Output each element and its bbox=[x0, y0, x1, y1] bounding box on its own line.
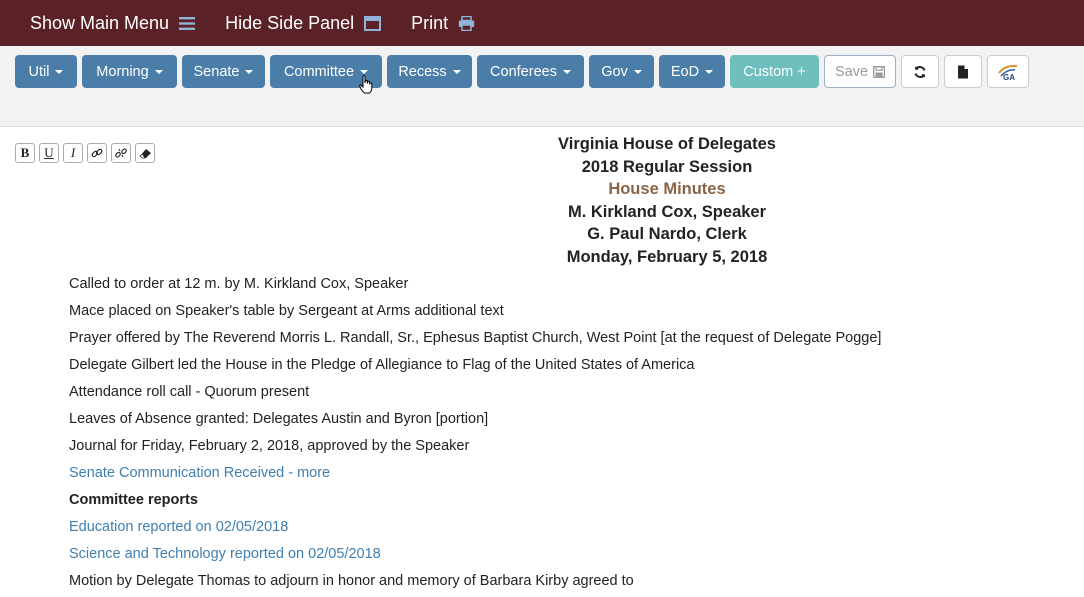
caret-down-icon bbox=[633, 69, 642, 74]
util-label: Util bbox=[28, 63, 50, 80]
house-minutes-title: House Minutes bbox=[608, 180, 726, 198]
recess-label: Recess bbox=[398, 63, 447, 80]
print-label: Print bbox=[411, 12, 449, 33]
minutes-body: Called to order at 12 m. by M. Kirkland … bbox=[69, 273, 881, 597]
custom-button[interactable]: Custom + bbox=[730, 55, 819, 88]
chamber-title: Virginia House of Delegates bbox=[558, 135, 776, 153]
ga-logo-button[interactable]: GA bbox=[987, 55, 1029, 88]
minutes-entry: Journal for Friday, February 2, 2018, ap… bbox=[69, 438, 470, 454]
svg-text:GA: GA bbox=[1003, 73, 1015, 81]
gov-label: Gov bbox=[601, 63, 628, 80]
show-main-menu-button[interactable]: Show Main Menu bbox=[30, 12, 196, 34]
senate-dropdown[interactable]: Senate bbox=[182, 55, 265, 88]
caret-down-icon bbox=[452, 69, 461, 74]
session-title: 2018 Regular Session bbox=[581, 157, 753, 176]
document-header: Virginia House of Delegates 2018 Regular… bbox=[0, 133, 1084, 268]
util-dropdown[interactable]: Util bbox=[15, 55, 77, 88]
caret-down-icon bbox=[562, 69, 571, 74]
gov-dropdown[interactable]: Gov bbox=[589, 55, 654, 88]
hand-cursor-icon bbox=[359, 74, 374, 99]
morning-label: Morning bbox=[96, 63, 149, 80]
education-report-link[interactable]: Education reported on 02/05/2018 bbox=[69, 516, 881, 543]
caret-down-icon bbox=[55, 69, 64, 74]
minutes-entry: Attendance roll call - Quorum present bbox=[69, 384, 310, 400]
hide-side-panel-button[interactable]: Hide Side Panel bbox=[225, 12, 382, 34]
document-icon bbox=[957, 65, 969, 79]
window-icon bbox=[364, 15, 382, 31]
conferees-dropdown[interactable]: Conferees bbox=[477, 55, 584, 88]
floppy-disk-icon bbox=[873, 65, 885, 78]
printer-icon bbox=[458, 15, 475, 31]
caret-down-icon bbox=[705, 69, 714, 74]
conferees-label: Conferees bbox=[490, 63, 557, 80]
minutes-entry: Mace placed on Speaker's table by Sergea… bbox=[69, 303, 504, 319]
minutes-entry: Delegate Gilbert led the House in the Pl… bbox=[69, 357, 695, 373]
hamburger-icon bbox=[179, 16, 196, 30]
show-main-menu-label: Show Main Menu bbox=[30, 12, 170, 33]
document-button[interactable] bbox=[944, 55, 982, 88]
recess-dropdown[interactable]: Recess bbox=[387, 55, 472, 88]
committee-label: Committee bbox=[283, 63, 355, 80]
hide-side-panel-label: Hide Side Panel bbox=[225, 12, 355, 33]
eod-label: EoD bbox=[670, 63, 700, 80]
custom-label: Custom + bbox=[743, 63, 806, 80]
caret-down-icon bbox=[154, 69, 163, 74]
top-navbar: Show Main Menu Hide Side Panel Print bbox=[0, 0, 1084, 46]
save-label: Save bbox=[834, 63, 869, 80]
print-button[interactable]: Print bbox=[411, 13, 475, 34]
refresh-button[interactable] bbox=[901, 55, 939, 88]
eod-dropdown[interactable]: EoD bbox=[659, 55, 725, 88]
clerk-line: G. Paul Nardo, Clerk bbox=[587, 225, 747, 243]
minutes-entry: Leaves of Absence granted: Delegates Aus… bbox=[69, 411, 489, 427]
morning-dropdown[interactable]: Morning bbox=[82, 55, 177, 88]
caret-down-icon bbox=[360, 69, 369, 74]
senate-communication-link[interactable]: Senate Communication Received - more bbox=[69, 462, 881, 489]
speaker-line: M. Kirkland Cox, Speaker bbox=[567, 202, 767, 221]
science-technology-report-link[interactable]: Science and Technology reported on 02/05… bbox=[69, 543, 881, 570]
save-button[interactable]: Save bbox=[824, 55, 896, 88]
date-line: Monday, February 5, 2018 bbox=[566, 247, 768, 266]
minutes-entry: Prayer offered by The Reverend Morris L.… bbox=[69, 330, 882, 346]
senate-label: Senate bbox=[193, 63, 240, 80]
refresh-icon bbox=[913, 65, 927, 79]
caret-down-icon bbox=[245, 69, 254, 74]
editor-toolbar: Util Morning Senate Committee Recess Con… bbox=[0, 46, 1084, 163]
minutes-entry: Called to order at 12 m. by M. Kirkland … bbox=[69, 276, 409, 292]
committee-reports-heading: Committee reports bbox=[69, 492, 198, 508]
minutes-entry: Motion by Delegate Thomas to adjourn in … bbox=[69, 573, 634, 589]
ga-logo-icon: GA bbox=[997, 63, 1019, 81]
